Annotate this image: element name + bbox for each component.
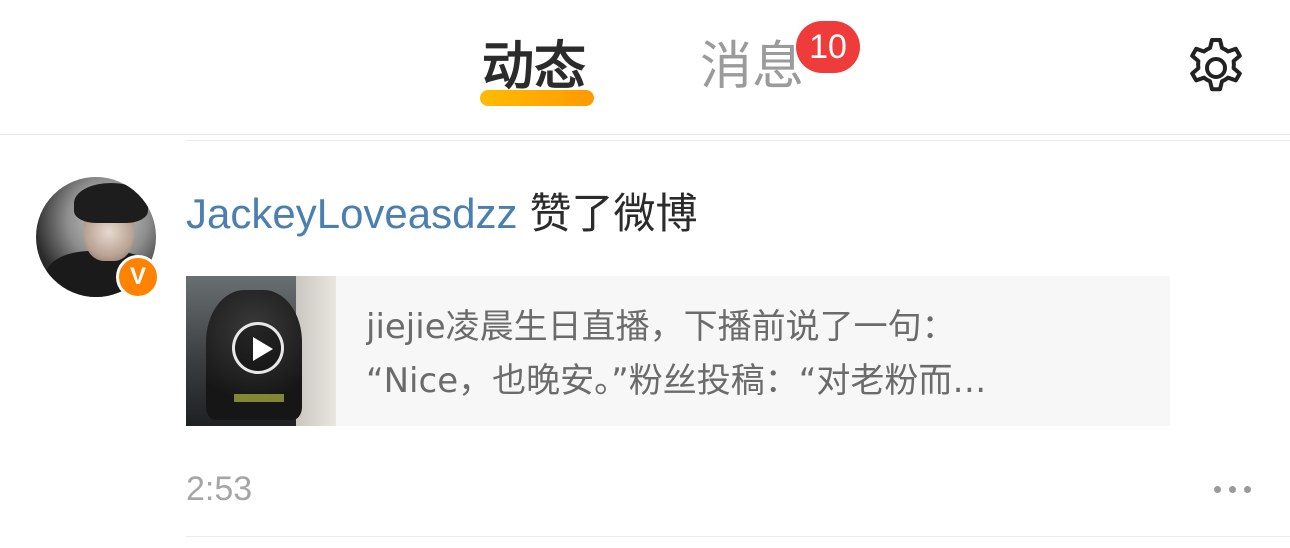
messages-unread-badge: 10 (796, 21, 860, 73)
tab-messages[interactable]: 消息 (700, 32, 804, 102)
username-link[interactable]: JackeyLoveasdzz (186, 190, 518, 237)
verified-v-icon: V (116, 255, 160, 299)
more-dots-icon[interactable] (1212, 482, 1254, 498)
gear-icon[interactable] (1184, 36, 1248, 100)
tab-messages-label: 消息 (700, 37, 805, 97)
top-navigation-bar: 动态 消息 10 (0, 0, 1290, 135)
avatar-hair (74, 183, 148, 223)
more-dot (1244, 486, 1251, 493)
card-text-line-1: jiejie凌晨生日直播，下播前说了一句： (366, 307, 956, 347)
video-thumbnail[interactable] (186, 276, 336, 426)
item-divider (186, 536, 1290, 537)
thumbnail-caption-strip (234, 394, 284, 402)
more-dot (1214, 486, 1221, 493)
feed-headline: JackeyLoveasdzz 赞了微博 (186, 186, 698, 242)
play-icon[interactable] (232, 322, 284, 374)
card-text-line-2: “Nice，也晚安。”粉丝投稿：“对老粉而… (366, 361, 987, 401)
thumbnail-background (296, 276, 336, 426)
tab-feed[interactable]: 动态 (480, 32, 594, 106)
more-dot (1229, 486, 1236, 493)
liked-post-card[interactable]: jiejie凌晨生日直播，下播前说了一句： “Nice，也晚安。”粉丝投稿：“对… (186, 276, 1170, 426)
action-text: 赞了微博 (529, 189, 698, 238)
card-preview-text: jiejie凌晨生日直播，下播前说了一句： “Nice，也晚安。”粉丝投稿：“对… (366, 300, 1156, 408)
header-divider (186, 140, 1290, 141)
timestamp: 2:53 (186, 470, 253, 508)
tab-feed-label: 动态 (482, 37, 587, 97)
